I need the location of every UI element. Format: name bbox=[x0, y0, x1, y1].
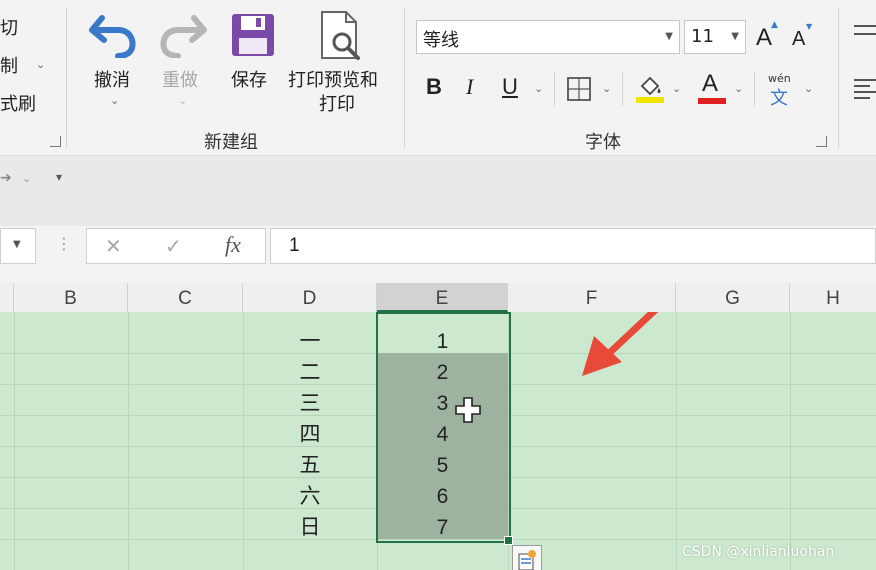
worksheet-grid[interactable]: 一 二 三 四 五 六 日 1 2 3 4 5 6 7 CSDN @xinlia… bbox=[0, 312, 876, 570]
cell-e[interactable]: 7 bbox=[377, 512, 508, 543]
shrink-font-icon: A bbox=[792, 28, 806, 50]
cell-e[interactable]: 3 bbox=[377, 388, 508, 419]
cell-d[interactable]: 五 bbox=[243, 450, 377, 481]
font-size-select[interactable]: 11 ▼ bbox=[684, 20, 746, 54]
shrink-font-button[interactable]: A ▼ bbox=[792, 22, 818, 56]
column-header-b[interactable]: B bbox=[14, 283, 128, 312]
cell-d[interactable]: 日 bbox=[243, 512, 377, 543]
print-preview-label-line2: 打印 bbox=[319, 94, 355, 115]
redo-button[interactable]: 重做 ⌄ bbox=[156, 10, 212, 120]
bold-button[interactable]: B bbox=[426, 74, 442, 100]
copy-dropdown-icon[interactable]: ⌄ bbox=[36, 58, 45, 71]
font-color-swatch bbox=[698, 98, 726, 104]
font-color-icon: A bbox=[702, 70, 719, 97]
align-top-icon[interactable] bbox=[852, 22, 876, 44]
font-color-dropdown-icon[interactable]: ⌄ bbox=[734, 82, 743, 95]
insert-function-icon[interactable]: fx bbox=[225, 232, 241, 258]
column-header-f[interactable]: F bbox=[508, 283, 676, 312]
phonetic-dropdown-icon[interactable]: ⌄ bbox=[804, 82, 813, 95]
cell-d[interactable]: 六 bbox=[243, 481, 377, 512]
grip-icon: ⋮ bbox=[56, 234, 72, 253]
redo-label: 重做 bbox=[162, 70, 198, 91]
cancel-icon[interactable]: ✕ bbox=[105, 234, 122, 258]
chevron-down-icon[interactable]: ⌄ bbox=[22, 172, 31, 185]
italic-button[interactable]: I bbox=[466, 74, 473, 100]
formula-bar: ▼ ⋮ ✕ ✓ fx 1 bbox=[0, 226, 876, 266]
column-header-h[interactable]: H bbox=[790, 283, 876, 312]
cell-e[interactable]: 2 bbox=[377, 357, 508, 388]
annotation-arrow-icon bbox=[582, 312, 659, 376]
borders-icon[interactable] bbox=[566, 76, 592, 102]
column-header-a[interactable] bbox=[0, 283, 14, 312]
watermark: CSDN @xinlianluohan bbox=[682, 544, 835, 560]
cell-e[interactable]: 6 bbox=[377, 481, 508, 512]
undo-button[interactable]: 撤消 ⌄ bbox=[88, 10, 144, 120]
cell-d[interactable]: 二 bbox=[243, 357, 377, 388]
save-label: 保存 bbox=[231, 70, 267, 91]
fill-color-dropdown-icon[interactable]: ⌄ bbox=[672, 82, 681, 95]
borders-dropdown-icon[interactable]: ⌄ bbox=[602, 82, 611, 95]
undo-dropdown-icon[interactable]: ⌄ bbox=[110, 94, 119, 107]
group-label-font: 字体 bbox=[585, 132, 621, 153]
customize-toolbar-icon[interactable]: ▾ bbox=[56, 170, 62, 184]
quick-analysis-button[interactable] bbox=[512, 545, 542, 570]
print-preview-icon bbox=[321, 11, 360, 60]
font-name-value: 等线 bbox=[423, 30, 459, 51]
clipboard-launcher-icon[interactable] bbox=[50, 136, 61, 147]
redo-dropdown-icon[interactable]: ⌄ bbox=[178, 94, 187, 107]
column-header-c[interactable]: C bbox=[128, 283, 243, 312]
triangle-down-icon: ▼ bbox=[806, 22, 813, 31]
save-icon bbox=[232, 14, 274, 56]
font-name-select[interactable]: 等线 ▼ bbox=[416, 20, 680, 54]
chevron-down-icon: ▼ bbox=[13, 239, 21, 250]
font-color-button[interactable]: A bbox=[698, 70, 728, 104]
redo-quick-icon[interactable]: ➔ bbox=[0, 170, 12, 186]
cell-d[interactable]: 一 bbox=[243, 326, 377, 357]
chevron-down-icon: ▼ bbox=[665, 31, 673, 42]
print-preview-button[interactable]: 打印预览和 打印 bbox=[286, 10, 396, 120]
phonetic-guide-button[interactable]: wén 文 bbox=[766, 72, 798, 109]
formula-input[interactable]: 1 bbox=[270, 228, 876, 264]
grow-font-button[interactable]: A ▲ bbox=[756, 20, 782, 54]
column-header-d[interactable]: D bbox=[243, 283, 377, 312]
group-label-new: 新建组 bbox=[204, 132, 258, 153]
copy-button[interactable]: 制 bbox=[0, 52, 18, 78]
redo-icon bbox=[160, 15, 207, 59]
column-header-e[interactable]: E bbox=[377, 283, 508, 312]
quick-access-toolbar: ➔ ⌄ ▾ bbox=[0, 156, 876, 226]
column-headers: B C D E F G H bbox=[0, 283, 876, 313]
ribbon: 切 制 ⌄ 式刷 撤消 ⌄ 重做 ⌄ 保存 打印预览和 打印 新建组 等线 ▼ … bbox=[0, 0, 876, 156]
enter-icon[interactable]: ✓ bbox=[165, 234, 182, 258]
font-size-value: 11 bbox=[691, 26, 714, 47]
underline-button[interactable]: U bbox=[502, 74, 518, 100]
cut-button[interactable]: 切 bbox=[0, 14, 18, 40]
cell-e[interactable]: 1 bbox=[377, 326, 508, 357]
cell-d[interactable]: 四 bbox=[243, 419, 377, 450]
cross-cursor-icon bbox=[455, 397, 481, 423]
chevron-down-icon: ▼ bbox=[731, 31, 739, 42]
undo-icon bbox=[89, 15, 136, 59]
undo-label: 撤消 bbox=[94, 70, 130, 91]
save-button[interactable]: 保存 bbox=[228, 10, 278, 120]
formula-value: 1 bbox=[289, 235, 300, 256]
cell-e[interactable]: 5 bbox=[377, 450, 508, 481]
grow-font-icon: A bbox=[756, 24, 773, 51]
quick-analysis-icon bbox=[518, 550, 536, 570]
cell-e[interactable]: 4 bbox=[377, 419, 508, 450]
column-header-g[interactable]: G bbox=[676, 283, 790, 312]
print-preview-label-line1: 打印预览和 bbox=[288, 70, 378, 91]
triangle-up-icon: ▲ bbox=[771, 20, 778, 30]
fill-color-icon[interactable] bbox=[634, 72, 666, 104]
phonetic-guide-icon: 文 bbox=[770, 88, 788, 109]
underline-dropdown-icon[interactable]: ⌄ bbox=[534, 82, 543, 95]
font-launcher-icon[interactable] bbox=[816, 136, 827, 147]
formula-buttons: ✕ ✓ fx bbox=[86, 228, 266, 264]
format-painter-button[interactable]: 式刷 bbox=[0, 90, 36, 116]
cell-d[interactable]: 三 bbox=[243, 388, 377, 419]
align-left-icon[interactable] bbox=[852, 76, 876, 102]
name-box[interactable]: ▼ bbox=[0, 228, 36, 264]
